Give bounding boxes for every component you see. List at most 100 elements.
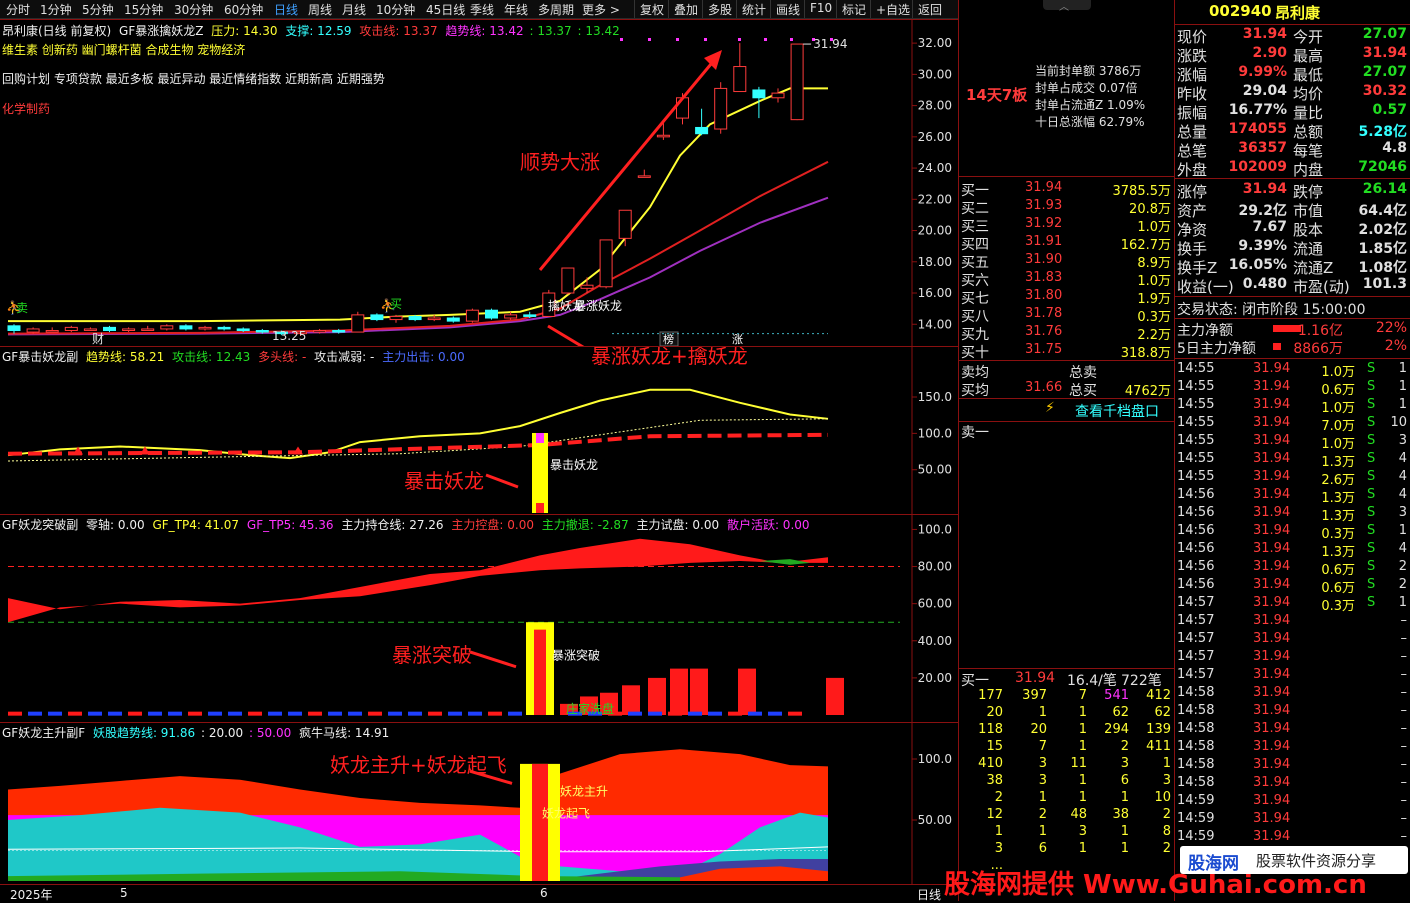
sub3-chart[interactable]: 100.0 50.00 妖龙主升妖龙起飞 (0, 723, 958, 885)
candle-body[interactable] (618, 209, 632, 239)
period-tab[interactable]: 周线 (308, 1, 332, 18)
sub2-mini-bar (648, 711, 662, 716)
toolbar-button[interactable]: 画线 (776, 1, 800, 18)
period-tab[interactable]: 15分钟 (124, 1, 163, 18)
candle-body[interactable] (83, 328, 97, 331)
depth-link[interactable]: 查看千档盘口 (1075, 401, 1159, 421)
candle-body[interactable] (580, 284, 594, 289)
candle-body[interactable] (523, 314, 537, 317)
toolbar-button[interactable]: 多股 (708, 1, 732, 18)
toolbar-button[interactable]: 统计 (742, 1, 766, 18)
candle-body[interactable] (217, 326, 231, 330)
candle-body[interactable] (351, 314, 365, 333)
period-tab[interactable]: 30分钟 (174, 1, 213, 18)
candle-body[interactable] (408, 315, 422, 321)
candle-body[interactable] (313, 330, 327, 333)
candle-body[interactable] (733, 66, 747, 93)
candle-body[interactable] (771, 92, 785, 99)
candle-body[interactable] (332, 330, 346, 333)
low-price-label: 13.25 (272, 329, 306, 343)
candle-body[interactable] (122, 328, 136, 332)
tick-side: S (1367, 523, 1376, 538)
period-tab[interactable]: 年线 (504, 1, 528, 18)
period-tab[interactable]: 45日线 (426, 1, 465, 18)
candle-body[interactable] (676, 97, 689, 119)
quote-label: 振幅 (1177, 104, 1208, 122)
toolbar-button[interactable]: 复权 (640, 1, 664, 18)
queue-cell: 6 (1120, 773, 1129, 788)
sub2-mini-bar (768, 711, 782, 716)
finance-marker[interactable]: 财 (92, 332, 104, 346)
bid-level: 买三 (961, 219, 989, 235)
candle-body[interactable] (370, 314, 384, 321)
candle-body[interactable] (64, 326, 78, 332)
candle-body[interactable] (637, 175, 651, 178)
candle-body[interactable] (160, 325, 174, 330)
candle-body[interactable] (561, 267, 575, 294)
candle-body[interactable] (255, 330, 269, 333)
sub2-chart[interactable]: 100.0 80.00 60.00 40.00 20.00 暴涨突破庄家洗盘 (0, 515, 958, 723)
candle-body[interactable] (465, 309, 479, 322)
candle-body[interactable] (389, 315, 403, 321)
divider (959, 176, 1175, 177)
tick-time: 14:57 (1177, 613, 1215, 628)
toolbar-divider (770, 0, 771, 18)
candle-body[interactable] (790, 43, 804, 121)
period-tab[interactable]: 5分钟 (82, 1, 114, 18)
date-year: 2025年 (10, 888, 53, 902)
toolbar-button[interactable]: 标记 (842, 1, 866, 18)
period-tab[interactable]: 1分钟 (40, 1, 72, 18)
candle-body[interactable] (714, 87, 728, 130)
bid-row: 买十 31.75 318.8万 (959, 342, 1175, 361)
candle-body[interactable] (752, 89, 766, 99)
y-tick-label: 100.0 (918, 426, 952, 440)
period-indicator[interactable]: 日线 (917, 886, 941, 903)
quote-label: 涨幅 (1177, 66, 1208, 84)
period-tab[interactable]: 季线 (470, 1, 494, 18)
bid-level: 买六 (961, 273, 989, 289)
y-tick-label: 20.00 (918, 224, 952, 238)
toolbar-button[interactable]: 叠加 (674, 1, 698, 18)
period-tab[interactable]: 10分钟 (376, 1, 415, 18)
queue-cell: 11 (1070, 756, 1087, 771)
candle-body[interactable] (7, 325, 21, 332)
sell-signal-label: 卖 (16, 301, 28, 315)
kline-chart[interactable]: 32.00 30.00 28.00 26.00 24.00 22.00 20.00 18.00… (0, 20, 958, 347)
period-tab[interactable]: 月线 (342, 1, 366, 18)
candle-body[interactable] (656, 134, 670, 138)
period-tab[interactable]: 多周期 (538, 1, 574, 18)
candle-body[interactable] (504, 314, 518, 319)
period-tab[interactable]: 60分钟 (224, 1, 263, 18)
candle-body[interactable] (695, 126, 709, 135)
seal-info-2: 封单占流通Z 1.09% (1035, 98, 1146, 112)
tick-side: S (1367, 379, 1376, 394)
queue-cell: 3 (1120, 756, 1129, 771)
date-axis: 2025年 5 6 日线 (0, 884, 958, 902)
candle-body[interactable] (179, 325, 193, 330)
sub2-mini-bar (688, 711, 702, 716)
period-tab[interactable]: 分时 (6, 1, 30, 18)
candle-body[interactable] (485, 309, 498, 319)
sub1-signal-bar (532, 433, 548, 513)
candle-body[interactable] (427, 317, 441, 321)
candle-body[interactable] (26, 328, 40, 333)
period-tab[interactable]: 日线 (274, 1, 298, 18)
toolbar-button[interactable]: 返回 (918, 1, 942, 18)
sub-panel-1[interactable]: GF暴击妖龙副 趋势线: 58.21 攻击线: 12.43 多头线: - 攻击减… (0, 346, 958, 515)
sub-panel-2[interactable]: GF妖龙突破副 零轴: 0.00 GF_TP4: 41.07 GF_TP5: 4… (0, 514, 958, 723)
candle-body[interactable] (103, 326, 116, 332)
toolbar-button[interactable]: +自选 (876, 1, 910, 18)
candle-body[interactable] (599, 239, 613, 288)
main-kline-panel[interactable]: 昂利康(日线 前复权) GF暴涨擒妖龙Z 压力: 14.30 支撑: 12.59… (0, 19, 958, 368)
candle-body[interactable] (446, 317, 460, 322)
candle-body[interactable] (198, 326, 212, 330)
toolbar-button[interactable]: F10 (810, 1, 832, 15)
candle-body[interactable] (45, 330, 59, 333)
collapse-chevron-icon[interactable]: ︿ (1059, 0, 1069, 13)
candle-body[interactable] (141, 328, 155, 331)
sub-panel-3[interactable]: GF妖龙主升副F 妖股趋势线: 91.86 : 20.00 : 50.00 疯牛… (0, 722, 958, 885)
period-toolbar: 分时 1分钟 5分钟 15分钟 30分钟 60分钟 日线 周线 月线 10分钟 45日线 季线 年线 多周… (0, 0, 958, 19)
candle-body[interactable] (236, 328, 250, 332)
period-tab[interactable]: 更多 > (582, 1, 620, 18)
bid-level: 买四 (961, 237, 989, 253)
